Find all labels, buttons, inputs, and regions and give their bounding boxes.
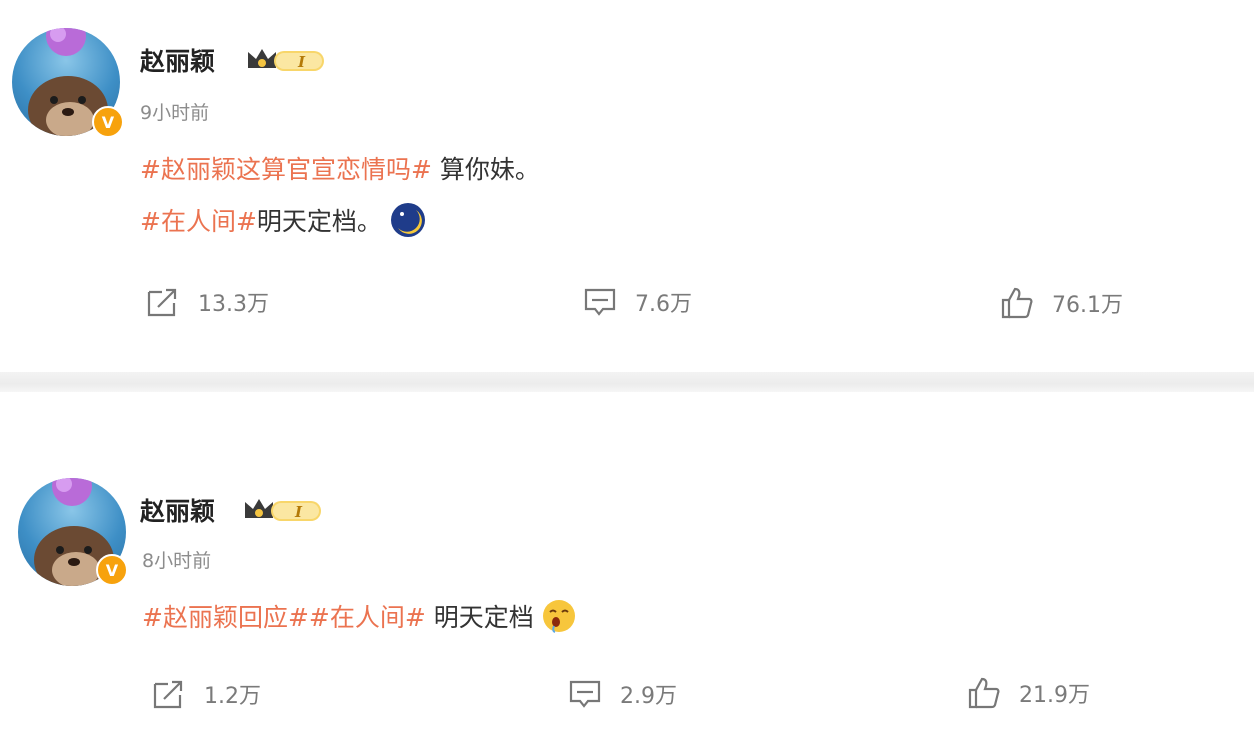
avatar[interactable]: V — [18, 478, 128, 586]
like-button[interactable]: 21.9万 — [967, 676, 1090, 710]
thumbs-up-icon — [968, 677, 1000, 709]
post-text: 算你妹。 — [431, 155, 540, 184]
repost-button[interactable]: 13.3万 — [146, 286, 269, 318]
topic-link[interactable]: #在人间# — [140, 207, 257, 236]
repost-button[interactable]: 1.2万 — [152, 678, 261, 710]
post-text-line-1: #赵丽颖这算官宣恋情吗# 算你妹。 — [140, 150, 540, 186]
post-text: 明天定档。 — [256, 207, 382, 236]
post-text-line-2: #在人间#明天定档。 — [140, 202, 426, 244]
topic-link[interactable]: #赵丽颖这算官宣恋情吗# — [140, 155, 432, 184]
weibo-post-2: V 赵丽颖 I 8小时前 #赵丽颖回应##在人间# 明天定档 1.2万 2.9万… — [0, 392, 1254, 730]
repost-icon — [153, 680, 183, 709]
member-crown-badge-icon[interactable]: I — [246, 46, 326, 78]
comment-count: 7.6万 — [635, 292, 692, 317]
author-name[interactable]: 赵丽颖 — [140, 42, 215, 78]
repost-count: 1.2万 — [204, 684, 261, 709]
verified-badge-icon: V — [92, 106, 124, 138]
drool-emoji-icon — [542, 599, 576, 639]
comment-button[interactable]: 2.9万 — [568, 678, 677, 710]
feed-divider — [0, 372, 1254, 392]
avatar[interactable]: V — [12, 28, 124, 138]
weibo-post-1: V 赵丽颖 I 9小时前 #赵丽颖这算官宣恋情吗# 算你妹。 #在人间#明天定档… — [0, 0, 1254, 372]
repost-count: 13.3万 — [198, 292, 269, 317]
comment-count: 2.9万 — [620, 684, 677, 709]
like-button[interactable]: 76.1万 — [1000, 286, 1123, 320]
author-name[interactable]: 赵丽颖 — [140, 492, 215, 528]
post-time: 8小时前 — [142, 550, 212, 572]
member-crown-badge-icon[interactable]: I — [243, 496, 323, 528]
level-badge-label: I — [294, 503, 303, 521]
post-text-line-1: #赵丽颖回应##在人间# 明天定档 — [142, 598, 576, 639]
comment-icon — [569, 680, 601, 708]
like-count: 21.9万 — [1019, 683, 1090, 708]
comment-button[interactable]: 7.6万 — [583, 286, 692, 318]
thumbs-up-icon — [1001, 287, 1033, 319]
post-time: 9小时前 — [140, 102, 210, 124]
like-count: 76.1万 — [1052, 293, 1123, 318]
post-text: 明天定档 — [425, 603, 534, 632]
topic-link[interactable]: #赵丽颖回应##在人间# — [142, 603, 426, 632]
moon-emoji-icon — [390, 202, 426, 244]
comment-icon — [584, 288, 616, 316]
level-badge-label: I — [297, 53, 306, 71]
repost-icon — [147, 288, 177, 317]
verified-badge-icon: V — [96, 554, 128, 586]
